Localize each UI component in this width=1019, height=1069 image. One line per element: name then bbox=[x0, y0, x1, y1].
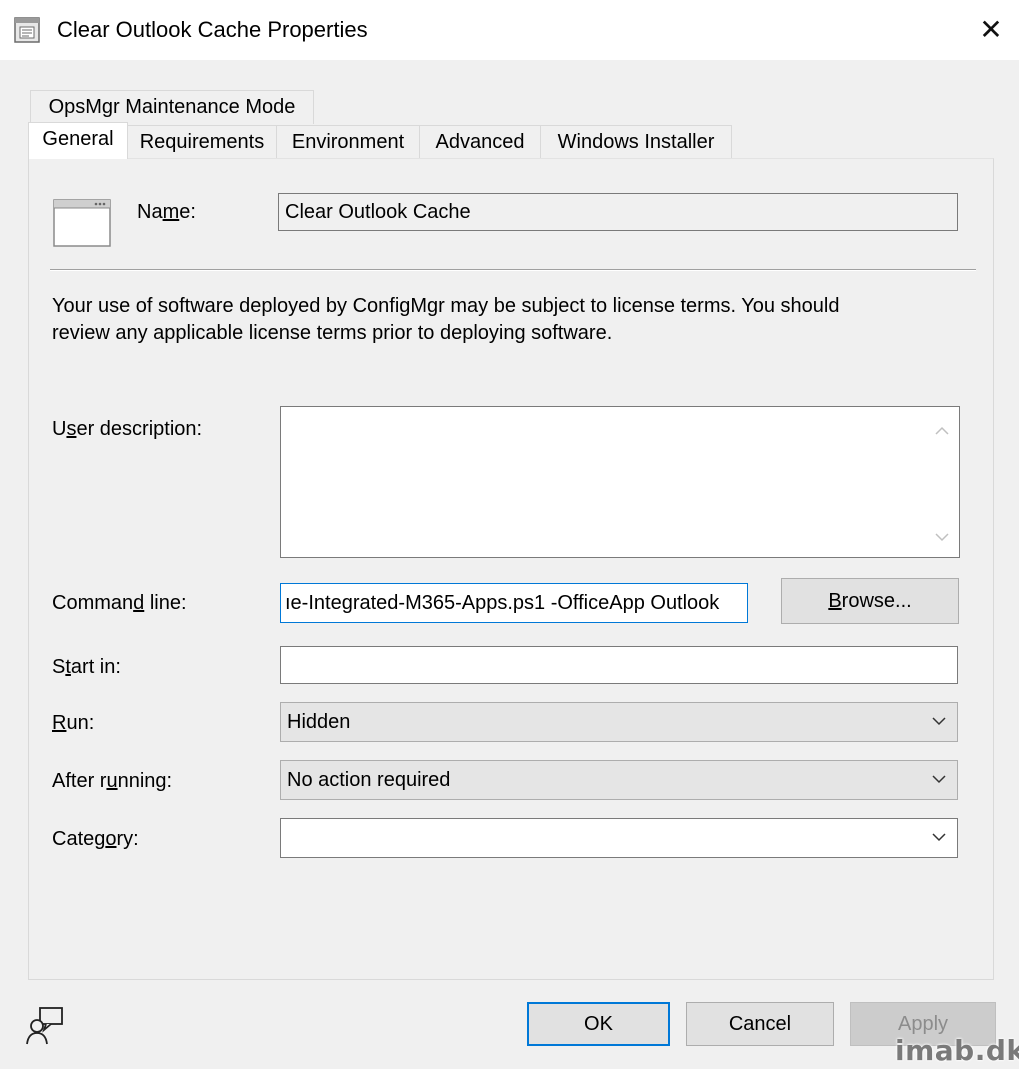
tab-label: Environment bbox=[291, 131, 405, 153]
scroll-down-icon bbox=[935, 533, 949, 542]
run-label: Run: bbox=[52, 712, 95, 734]
chevron-down-icon bbox=[932, 717, 946, 726]
program-window-icon bbox=[52, 196, 112, 248]
separator bbox=[50, 269, 976, 271]
run-select[interactable]: Hidden bbox=[280, 702, 958, 742]
name-label: Name: bbox=[137, 201, 196, 223]
close-button[interactable]: ✕ bbox=[968, 10, 1014, 50]
chevron-down-icon bbox=[932, 775, 946, 784]
tab-opsmgr-maintenance-mode[interactable]: OpsMgr Maintenance Mode bbox=[30, 90, 314, 124]
tab-label: Advanced bbox=[435, 131, 525, 153]
tab-requirements[interactable]: Requirements bbox=[127, 125, 277, 159]
tab-advanced[interactable]: Advanced bbox=[419, 125, 541, 159]
command-line-value: ıe-Integrated-M365-Apps.ps1 -OfficeApp O… bbox=[285, 592, 720, 614]
feedback-person-icon[interactable] bbox=[24, 1004, 68, 1048]
name-field[interactable]: Clear Outlook Cache bbox=[278, 193, 958, 231]
tab-label: Requirements bbox=[139, 131, 265, 153]
after-running-label: After running: bbox=[52, 770, 173, 792]
user-description-label: User description: bbox=[52, 418, 203, 440]
license-notice-line-2: review any applicable license terms prio… bbox=[52, 322, 613, 344]
command-line-label: Command line: bbox=[52, 592, 187, 614]
command-line-input[interactable]: ıe-Integrated-M365-Apps.ps1 -OfficeApp O… bbox=[280, 583, 748, 623]
after-running-value: No action required bbox=[287, 769, 451, 791]
after-running-select[interactable]: No action required bbox=[280, 760, 958, 800]
close-icon: ✕ bbox=[979, 14, 1003, 45]
chevron-down-icon bbox=[932, 833, 946, 842]
properties-window-icon bbox=[13, 16, 41, 44]
license-notice-line-1: Your use of software deployed by ConfigM… bbox=[52, 295, 840, 317]
watermark: imab.dk bbox=[895, 1034, 1019, 1067]
start-in-input[interactable] bbox=[280, 646, 958, 684]
user-description-textarea[interactable] bbox=[280, 406, 960, 558]
textarea-scrollbar[interactable] bbox=[926, 408, 958, 556]
tab-label: OpsMgr Maintenance Mode bbox=[48, 96, 296, 118]
tab-label: General bbox=[42, 128, 114, 150]
ok-button[interactable]: OK bbox=[527, 1002, 670, 1046]
browse-button[interactable]: Browse... bbox=[781, 578, 959, 624]
run-value: Hidden bbox=[287, 711, 351, 733]
window-title: Clear Outlook Cache Properties bbox=[57, 17, 368, 42]
tab-general[interactable]: General bbox=[28, 122, 128, 159]
scroll-up-icon bbox=[935, 426, 949, 435]
category-label: Category: bbox=[52, 828, 139, 850]
start-in-label: Start in: bbox=[52, 656, 121, 678]
tab-label: Windows Installer bbox=[557, 131, 715, 153]
name-value: Clear Outlook Cache bbox=[285, 201, 471, 223]
cancel-button[interactable]: Cancel bbox=[686, 1002, 834, 1046]
tab-windows-installer[interactable]: Windows Installer bbox=[540, 125, 732, 159]
category-select[interactable] bbox=[280, 818, 958, 858]
tab-environment[interactable]: Environment bbox=[276, 125, 420, 159]
